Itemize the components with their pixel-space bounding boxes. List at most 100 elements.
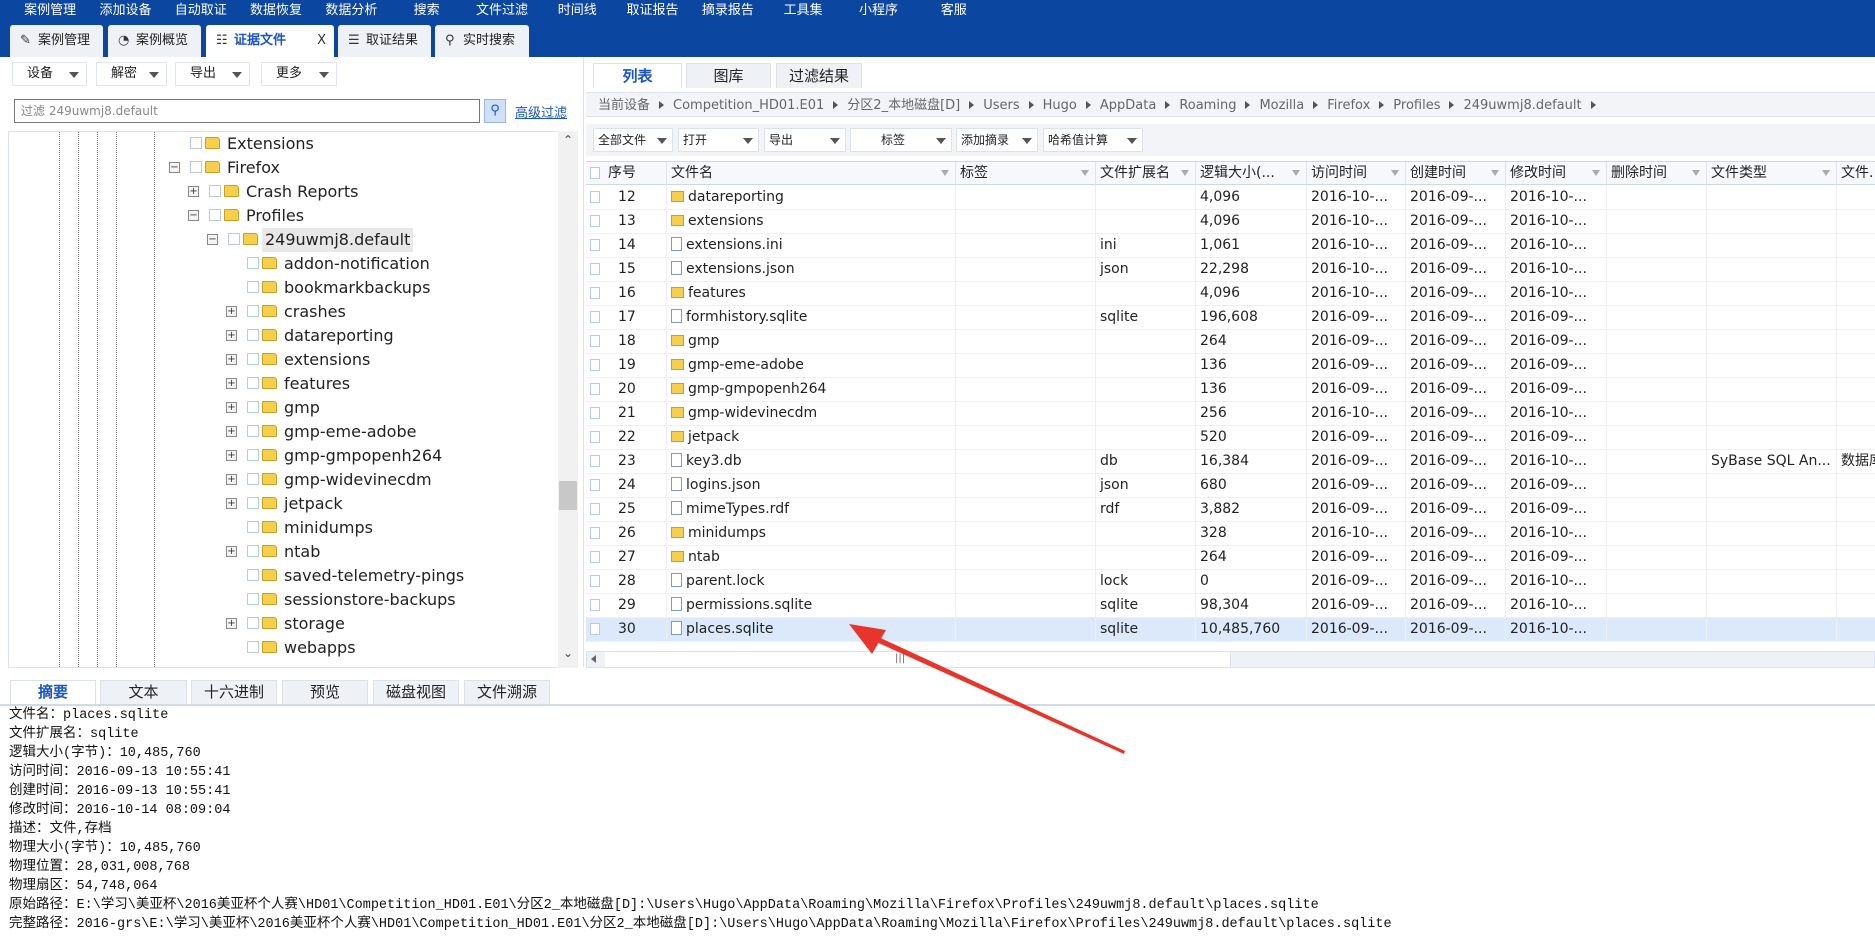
toolbar-dropdown[interactable]: 更多 (261, 62, 337, 86)
tree-checkbox[interactable] (247, 425, 259, 437)
table-row[interactable]: 15 extensions.json json 22,298 2016-10-... 20… (586, 258, 1875, 282)
menu-item[interactable]: 取证报告 (615, 0, 690, 24)
scroll-thumb[interactable] (559, 481, 577, 510)
tree-checkbox[interactable] (247, 377, 259, 389)
breadcrumb-item[interactable]: Mozilla (1259, 98, 1304, 113)
tree-checkbox[interactable] (247, 401, 259, 413)
tree-node[interactable]: sessionstore-backups (9, 588, 559, 612)
toolbar-dropdown[interactable]: 导出 (175, 62, 250, 86)
table-row[interactable]: 14 extensions.ini ini 1,061 2016-10-... 2016-… (586, 234, 1875, 258)
tree-node[interactable]: + gmp-widevinecdm (9, 468, 559, 492)
tree-checkbox[interactable] (209, 209, 221, 221)
row-checkbox[interactable] (590, 215, 600, 227)
tab-3[interactable]: ☷ 证据文件 X (206, 25, 334, 57)
collapse-icon[interactable]: − (188, 210, 199, 221)
tab-2[interactable]: ◔ 案例概览 (108, 25, 201, 57)
filter-icon[interactable] (1181, 170, 1189, 176)
tree-node[interactable]: + crashes (9, 300, 559, 324)
toolbar-dropdown[interactable]: 导出 (764, 128, 846, 152)
tree-node[interactable]: − 249uwmj8.default (9, 228, 559, 252)
column-header[interactable]: 标签 (956, 162, 1096, 186)
expand-icon[interactable]: + (226, 330, 237, 341)
expand-icon[interactable]: + (226, 378, 237, 389)
row-checkbox[interactable] (590, 311, 600, 323)
tree-checkbox[interactable] (247, 545, 259, 557)
expand-icon[interactable]: + (188, 186, 199, 197)
table-row[interactable]: 19 gmp-eme-adobe 136 2016-09-... 2016-09-...… (586, 354, 1875, 378)
toolbar-dropdown[interactable]: 哈希值计算 (1043, 128, 1143, 152)
tree-node[interactable]: + extensions (9, 348, 559, 372)
tree-checkbox[interactable] (247, 353, 259, 365)
tab-5[interactable]: ⚲ 实时搜索 (435, 25, 529, 57)
tree-scrollbar[interactable]: ⌃ ⌄ (558, 131, 578, 668)
tree-checkbox[interactable] (247, 281, 259, 293)
row-checkbox[interactable] (590, 575, 600, 587)
filter-icon[interactable] (1081, 170, 1089, 176)
tree-checkbox[interactable] (247, 569, 259, 581)
table-row[interactable]: 28 parent.lock lock 0 2016-09-... 2016-09-...… (586, 570, 1875, 594)
tree-node[interactable]: saved-telemetry-pings (9, 564, 559, 588)
detail-tab[interactable]: 十六进制 (191, 680, 277, 704)
table-row[interactable]: 13 extensions 4,096 2016-10-... 2016-09-... 2… (586, 210, 1875, 234)
table-row[interactable]: 29 permissions.sqlite sqlite 98,304 2016-09-… (586, 594, 1875, 618)
tree-checkbox[interactable] (190, 161, 202, 173)
row-checkbox[interactable] (590, 479, 600, 491)
detail-tab[interactable]: 文件溯源 (464, 680, 550, 704)
tree-checkbox[interactable] (190, 137, 202, 149)
row-checkbox[interactable] (590, 455, 600, 467)
expand-icon[interactable]: + (226, 354, 237, 365)
expand-icon[interactable]: + (226, 306, 237, 317)
column-header[interactable]: 序号 (586, 162, 667, 186)
advanced-filter-link[interactable]: 高级过滤 (515, 102, 567, 121)
menu-item[interactable]: 文件过滤 (464, 0, 539, 24)
column-header[interactable]: 文件扩展名 (1096, 162, 1196, 186)
tree-checkbox[interactable] (247, 329, 259, 341)
toolbar-dropdown[interactable]: 打开 (678, 128, 759, 152)
table-row[interactable]: 22 jetpack 520 2016-09-... 2016-09-... 2016-0… (586, 426, 1875, 450)
tree-checkbox[interactable] (247, 257, 259, 269)
detail-tab[interactable]: 摘要 (10, 680, 96, 704)
row-checkbox[interactable] (590, 527, 600, 539)
panel-divider[interactable] (583, 57, 584, 667)
filter-input[interactable]: 过滤 249uwmj8.default (14, 99, 480, 123)
expand-icon[interactable]: + (226, 546, 237, 557)
expand-icon[interactable]: + (226, 450, 237, 461)
table-row[interactable]: 16 features 4,096 2016-10-... 2016-09-... 201… (586, 282, 1875, 306)
column-header[interactable]: 文件类型 (1707, 162, 1837, 186)
row-checkbox[interactable] (590, 407, 600, 419)
table-row[interactable]: 18 gmp 264 2016-09-... 2016-09-... 2016-09-..… (586, 330, 1875, 354)
column-header[interactable]: 修改时间 (1506, 162, 1607, 186)
tree-node[interactable]: minidumps (9, 516, 559, 540)
tree-node[interactable]: + ntab (9, 540, 559, 564)
tree-node[interactable]: addon-notification (9, 252, 559, 276)
column-header[interactable]: 访问时间 (1307, 162, 1406, 186)
menu-item[interactable]: 小程序 (841, 0, 916, 24)
table-row[interactable]: 30 places.sqlite sqlite 10,485,760 2016-09-.… (586, 618, 1875, 642)
toolbar-dropdown[interactable]: 标签 (850, 128, 952, 152)
filter-icon[interactable] (1692, 170, 1700, 176)
row-checkbox[interactable] (590, 263, 600, 275)
expand-icon[interactable]: + (226, 426, 237, 437)
table-row[interactable]: 24 logins.json json 680 2016-09-... 2016-09-.… (586, 474, 1875, 498)
toolbar-dropdown[interactable]: 解密 (96, 62, 167, 86)
toolbar-dropdown[interactable]: 添加摘录 (956, 128, 1038, 152)
table-row[interactable]: 12 datareporting 4,096 2016-10-... 2016-09-.… (586, 186, 1875, 210)
row-checkbox[interactable] (590, 503, 600, 515)
filter-icon[interactable] (1491, 170, 1499, 176)
tree-checkbox[interactable] (247, 641, 259, 653)
menu-item[interactable]: 数据恢复 (238, 0, 313, 24)
collapse-icon[interactable]: − (207, 234, 218, 245)
collapse-icon[interactable]: − (169, 162, 180, 173)
tree-node[interactable]: webapps (9, 636, 559, 660)
expand-icon[interactable]: + (226, 618, 237, 629)
filter-icon[interactable] (1292, 170, 1300, 176)
tree-checkbox[interactable] (247, 305, 259, 317)
expand-icon[interactable]: + (226, 402, 237, 413)
filter-icon[interactable] (1592, 170, 1600, 176)
table-hscrollbar[interactable]: ||| (586, 651, 1875, 668)
table-row[interactable]: 25 mimeTypes.rdf rdf 3,882 2016-09-... 2016-0… (586, 498, 1875, 522)
scroll-left-icon[interactable] (591, 655, 596, 663)
breadcrumb-item[interactable]: Competition_HD01.E01 (673, 98, 824, 113)
menu-item[interactable]: 数据分析 (314, 0, 389, 24)
menu-item[interactable]: 时间线 (540, 0, 615, 24)
